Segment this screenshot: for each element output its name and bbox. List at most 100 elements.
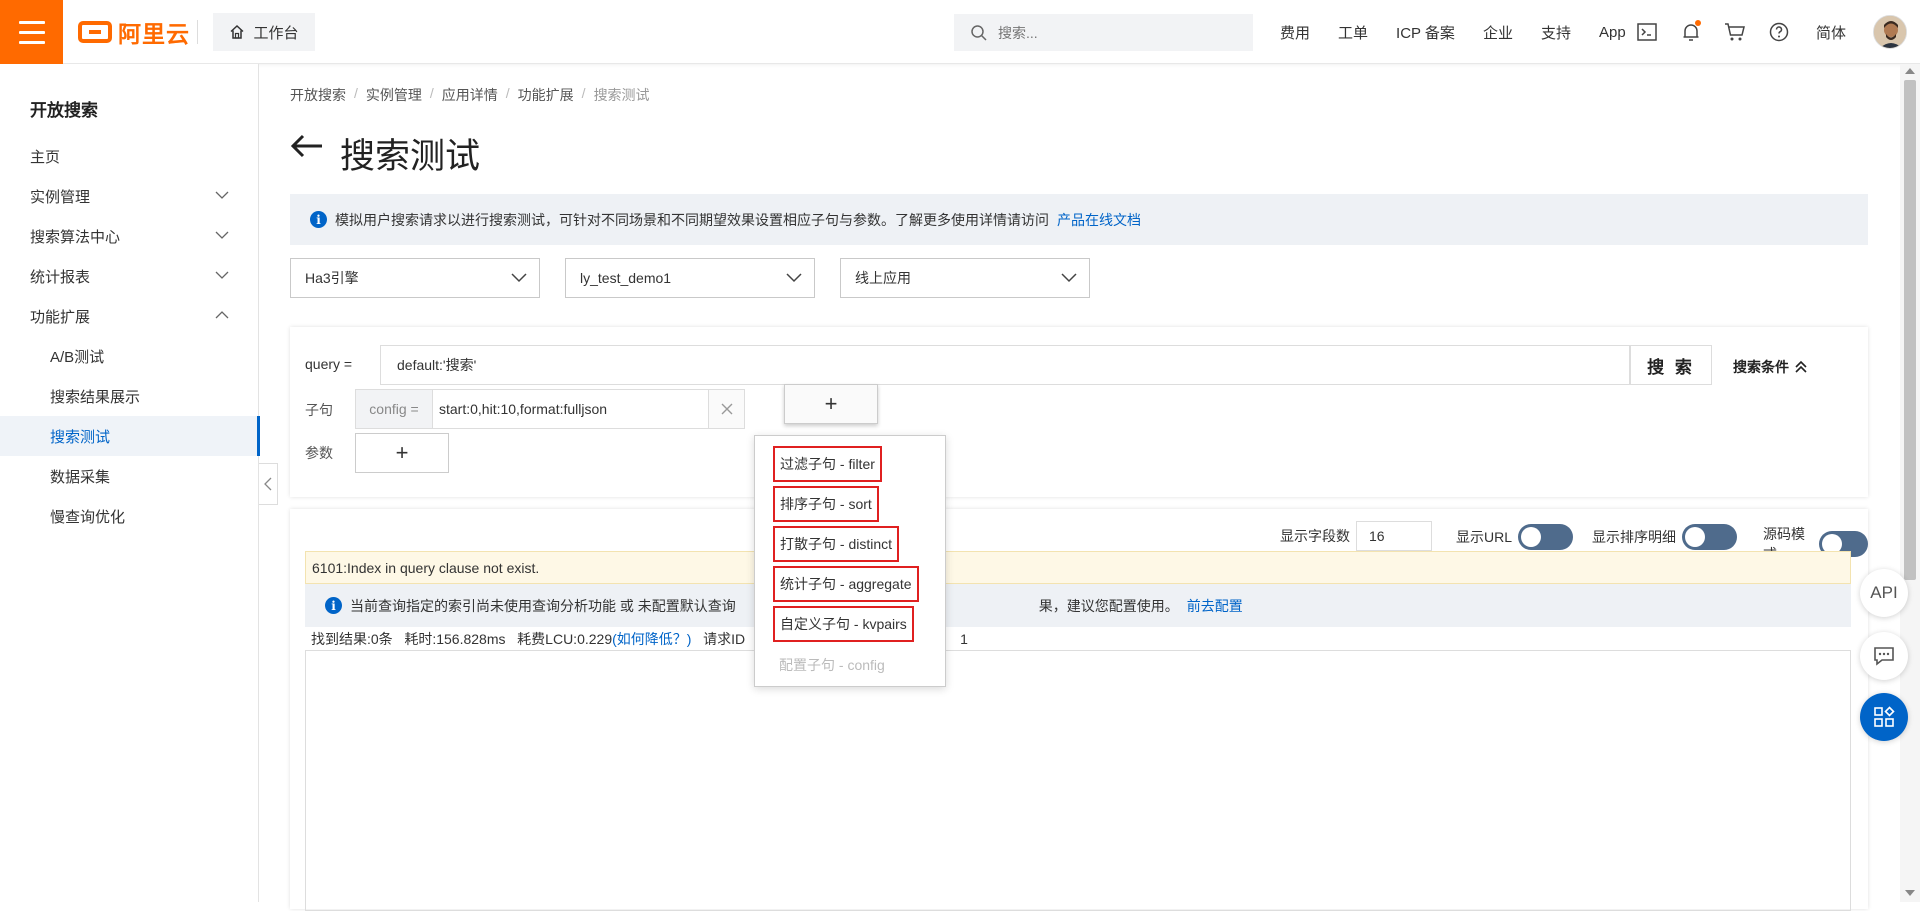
breadcrumb-item[interactable]: 开放搜索 [290, 85, 346, 105]
sidebar-item-data-collection[interactable]: 数据采集 [0, 456, 259, 496]
field-count-label: 显示字段数 [1280, 528, 1350, 544]
aliyun-logo[interactable]: 阿里云 [78, 17, 190, 48]
show-sort-detail-toggle[interactable] [1682, 524, 1737, 550]
config-tip: i 当前查询指定的索引尚未使用查询分析功能 或 未配置默认查询 果，建议您配置使… [305, 584, 1851, 627]
sidebar-item-home[interactable]: 主页 [0, 136, 259, 176]
sidebar-item-label: 统计报表 [30, 268, 91, 286]
show-sort-detail-label: 显示排序明细 [1592, 529, 1676, 545]
sidebar-item-slow-query[interactable]: 慢查询优化 [0, 496, 259, 536]
result-stats: 找到结果:0条 耗时:156.828ms 耗费LCU:0.229 (如何降低？) … [305, 627, 1851, 651]
top-link-support[interactable]: 支持 [1541, 22, 1571, 43]
global-search-input[interactable] [998, 24, 1228, 41]
breadcrumb-item[interactable]: 功能扩展 [518, 85, 574, 105]
sidebar-item-label: 主页 [30, 148, 61, 166]
language-switch[interactable]: 简体 [1816, 22, 1846, 43]
search-conditions-toggle[interactable]: 搜索条件 [1733, 357, 1808, 377]
breadcrumb-item[interactable]: 应用详情 [442, 85, 498, 105]
back-arrow-icon[interactable] [290, 134, 324, 158]
tip-text: 当前查询指定的索引尚未使用查询分析功能 或 未配置默认查询 [350, 597, 736, 614]
terminal-icon[interactable] [1636, 21, 1658, 43]
sidebar-item-label: 数据采集 [50, 468, 111, 486]
sidebar-item-algorithm-center[interactable]: 搜索算法中心 [0, 216, 259, 256]
top-link-billing[interactable]: 费用 [1280, 22, 1310, 43]
top-link-enterprise[interactable]: 企业 [1483, 22, 1513, 43]
result-panel: 显示字段数 16 显示URL 显示排序明细 源码模式 6101:Index in… [290, 509, 1868, 911]
info-icon: i [325, 597, 342, 614]
field-count-input[interactable]: 16 [1356, 521, 1432, 551]
top-bar: 阿里云 工作台 费用 工单 ICP 备案 企业 支持 App 简体 [0, 0, 1920, 64]
version-select-value: 线上应用 [855, 270, 911, 286]
top-link-icp[interactable]: ICP 备案 [1396, 22, 1455, 43]
scroll-thumb[interactable] [1904, 80, 1916, 580]
config-clause: config = start:0,hit:10,format:fulljson [355, 389, 745, 429]
api-float-button[interactable]: API [1860, 569, 1908, 617]
avatar[interactable] [1873, 15, 1907, 49]
go-config-link[interactable]: 前去配置 [1187, 596, 1243, 616]
clause-option-filter[interactable]: 过滤子句 - filter [773, 446, 882, 482]
cart-icon[interactable] [1724, 21, 1746, 43]
reduce-lcu-link[interactable]: (如何降低？) [612, 629, 691, 649]
chevron-down-icon [215, 231, 229, 239]
page-title: 搜索测试 [340, 137, 481, 176]
sidebar-item-label: 搜索算法中心 [30, 228, 121, 246]
query-panel: query = default:'搜索' 搜 索 搜索条件 子句 config … [290, 327, 1868, 497]
add-param-button[interactable]: + [355, 433, 449, 473]
sidebar-title: 开放搜索 [30, 101, 98, 120]
show-url-toggle[interactable] [1518, 524, 1574, 550]
clause-option-distinct[interactable]: 打散子句 - distinct [773, 526, 900, 562]
clause-option-aggregate[interactable]: 统计子句 - aggregate [773, 566, 919, 602]
search-button[interactable]: 搜 索 [1630, 345, 1712, 385]
app-select-value: ly_test_demo1 [580, 270, 672, 286]
query-value: default:'搜索' [397, 357, 477, 373]
search-icon [971, 24, 987, 41]
clause-value-input[interactable]: start:0,hit:10,format:fulljson [433, 390, 709, 428]
clause-option-config: 配置子句 - config [779, 657, 885, 673]
tip-text-tail: 果，建议您配置使用。 [1038, 597, 1179, 614]
sidebar-item-extensions[interactable]: 功能扩展 [0, 296, 259, 336]
version-select[interactable]: 线上应用 [840, 258, 1090, 298]
scroll-up-icon[interactable] [1905, 68, 1915, 74]
help-icon[interactable] [1768, 21, 1790, 43]
hamburger-menu-button[interactable] [0, 0, 63, 64]
show-url-option: 显示URL [1456, 524, 1574, 550]
top-link-ticket[interactable]: 工单 [1338, 22, 1368, 43]
clause-remove-button[interactable] [709, 390, 744, 428]
clause-type-dropdown: 过滤子句 - filter 排序子句 - sort 打散子句 - distinc… [754, 435, 946, 687]
field-count-value: 16 [1369, 528, 1385, 544]
clause-option-kvpairs[interactable]: 自定义子句 - kvpairs [773, 606, 914, 642]
top-link-app[interactable]: App [1599, 24, 1626, 41]
sidebar-item-label: 实例管理 [30, 188, 91, 206]
home-icon [230, 24, 244, 39]
scroll-down-icon[interactable] [1905, 890, 1915, 896]
query-input[interactable]: default:'搜索' [380, 345, 1630, 385]
engine-select[interactable]: Ha3引擎 [290, 258, 540, 298]
global-search[interactable] [954, 14, 1253, 51]
result-body [305, 651, 1851, 911]
error-message: 6101:Index in query clause not exist. [305, 551, 1851, 584]
sidebar-item-result-display[interactable]: 搜索结果展示 [0, 376, 259, 416]
sidebar-item-reports[interactable]: 统计报表 [0, 256, 259, 296]
page-scrollbar[interactable] [1900, 64, 1920, 902]
breadcrumb-item[interactable]: 实例管理 [366, 85, 422, 105]
sidebar-item-search-test[interactable]: 搜索测试 [0, 416, 260, 456]
breadcrumb: 开放搜索 / 实例管理 / 应用详情 / 功能扩展 / 搜索测试 [290, 85, 650, 105]
app-select[interactable]: ly_test_demo1 [565, 258, 815, 298]
add-clause-button[interactable]: + [784, 384, 878, 424]
feedback-float-button[interactable] [1860, 632, 1908, 680]
info-icon: i [310, 211, 327, 228]
breadcrumb-current: 搜索测试 [593, 87, 650, 103]
sidebar: 开放搜索 主页 实例管理 搜索算法中心 统计报表 功能扩展 A/B测试 搜索结果… [0, 64, 260, 902]
sidebar-item-label: 搜索结果展示 [50, 388, 141, 406]
clause-option-sort[interactable]: 排序子句 - sort [773, 486, 879, 522]
chevron-up-icon [215, 311, 229, 319]
sidebar-item-ab-test[interactable]: A/B测试 [0, 336, 259, 376]
close-icon [721, 403, 732, 415]
chevron-down-icon [786, 273, 802, 283]
clause-prefix: config = [356, 390, 433, 428]
docs-link[interactable]: 产品在线文档 [1057, 210, 1141, 230]
bell-icon[interactable] [1680, 20, 1702, 43]
apps-float-button[interactable] [1860, 693, 1908, 741]
sidebar-item-instances[interactable]: 实例管理 [0, 176, 259, 216]
workbench-button[interactable]: 工作台 [213, 13, 315, 51]
engine-select-value: Ha3引擎 [305, 270, 359, 286]
